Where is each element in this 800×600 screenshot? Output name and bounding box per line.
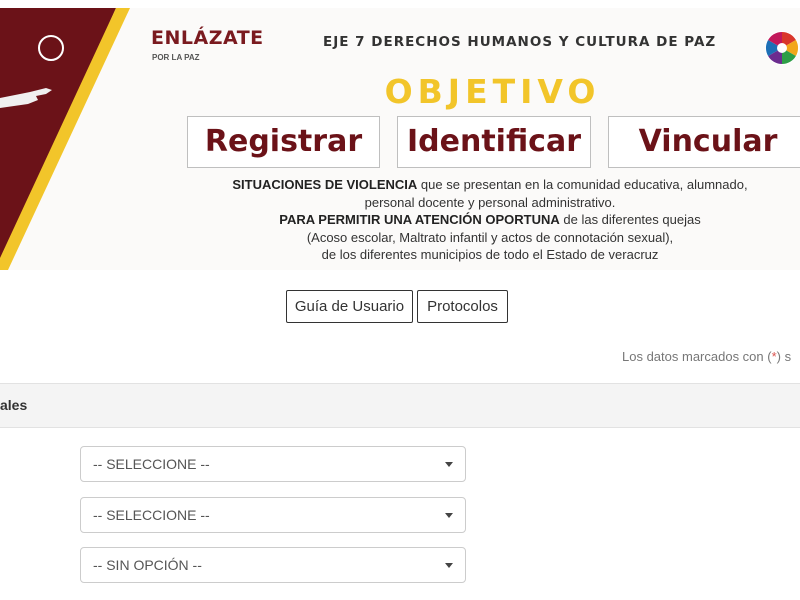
logo-subtitle: POR LA PAZ bbox=[152, 53, 200, 62]
user-guide-button[interactable]: Guía de Usuario bbox=[286, 290, 413, 323]
desc-text-3: (Acoso escolar, Maltrato infantil y acto… bbox=[306, 229, 674, 245]
word-vincular: Vincular bbox=[608, 116, 800, 168]
section-header: ales bbox=[0, 383, 800, 428]
logo-title: ENLÁZATE bbox=[151, 27, 264, 49]
header-banner: ENLÁZATE POR LA PAZ EJE 7 DERECHOS HUMAN… bbox=[0, 8, 800, 270]
protocols-button[interactable]: Protocolos bbox=[417, 290, 508, 323]
banner-description: SITUACIONES DE VIOLENCIA que se presenta… bbox=[210, 176, 770, 264]
note-prefix: Los datos marcados con ( bbox=[622, 349, 772, 364]
caret-down-icon bbox=[445, 513, 453, 518]
caret-down-icon bbox=[445, 563, 453, 568]
banner-eje-title: EJE 7 DERECHOS HUMANOS Y CULTURA DE PAZ bbox=[323, 34, 717, 50]
flower-logo-icon bbox=[765, 31, 799, 65]
circle-icon bbox=[38, 35, 64, 61]
desc-bold-2: PARA PERMITIR UNA ATENCIÓN OPORTUNA bbox=[279, 212, 560, 227]
word-identificar: Identificar bbox=[397, 116, 591, 168]
select-value: -- SELECCIONE -- bbox=[93, 456, 210, 472]
required-fields-note: Los datos marcados con (*) s bbox=[622, 349, 791, 364]
desc-bold-1: SITUACIONES DE VIOLENCIA bbox=[232, 177, 418, 192]
select-field-3[interactable]: -- SIN OPCIÓN -- bbox=[80, 547, 466, 583]
select-field-1[interactable]: -- SELECCIONE -- bbox=[80, 446, 466, 482]
select-value: -- SELECCIONE -- bbox=[93, 507, 210, 523]
desc-text-2: de las diferentes quejas bbox=[559, 212, 701, 227]
caret-down-icon bbox=[445, 462, 453, 467]
objetivo-heading: OBJETIVO bbox=[384, 72, 601, 111]
select-field-2[interactable]: -- SELECCIONE -- bbox=[80, 497, 466, 533]
note-suffix: ) s bbox=[776, 349, 792, 364]
desc-text-1: que se presentan en la comunidad educati… bbox=[364, 177, 748, 210]
section-title: ales bbox=[0, 397, 28, 413]
banner-left-graphic bbox=[0, 8, 130, 270]
desc-text-4: de los diferentes municipios de todo el … bbox=[321, 247, 659, 262]
select-value: -- SIN OPCIÓN -- bbox=[93, 557, 202, 573]
word-registrar: Registrar bbox=[187, 116, 380, 168]
